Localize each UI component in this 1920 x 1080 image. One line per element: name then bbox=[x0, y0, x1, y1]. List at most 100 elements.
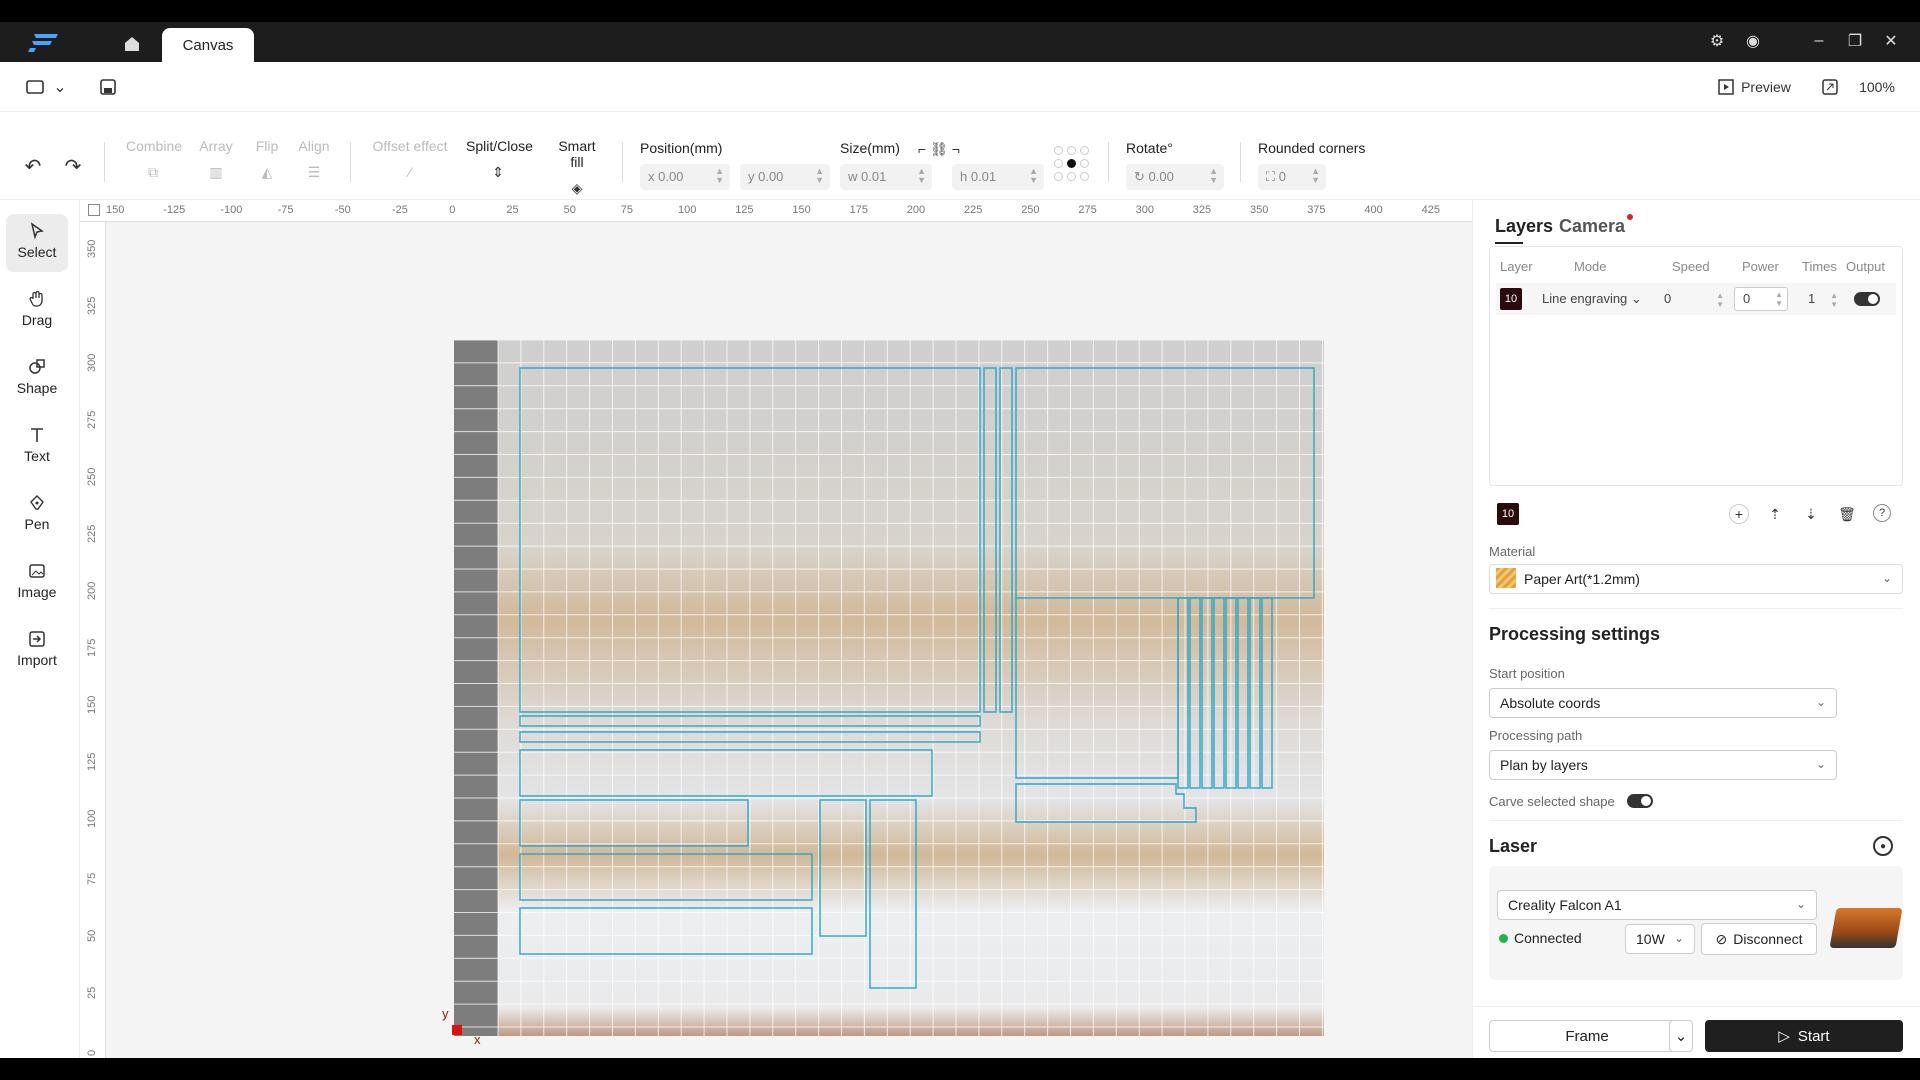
disconnect-button[interactable]: ⊘ Disconnect bbox=[1701, 923, 1817, 955]
laser-settings-icon[interactable]: ● bbox=[1873, 836, 1893, 856]
stepper-icon[interactable]: ▲ ▼ bbox=[917, 167, 926, 185]
position-x-input[interactable]: x 0.00 ▲ ▼ bbox=[640, 164, 730, 190]
design-path[interactable] bbox=[1213, 597, 1225, 789]
design-path[interactable] bbox=[519, 907, 813, 955]
delete-layer-icon[interactable]: 🗑 bbox=[1837, 504, 1857, 524]
start-position-select[interactable]: Absolute coords ⌄ bbox=[1489, 688, 1837, 718]
rounded-corners-input[interactable]: ⛶ 0 ▲ ▼ bbox=[1258, 164, 1326, 190]
size-width-input[interactable]: w 0.01 ▲ ▼ bbox=[840, 164, 932, 190]
processing-settings-title: Processing settings bbox=[1489, 624, 1661, 644]
settings-gear-icon[interactable]: ⚙ bbox=[1706, 30, 1728, 52]
lock-ratio-icon[interactable]: ⌐ ⛓ ¬ bbox=[908, 140, 970, 158]
align-tool[interactable]: Align ☰ bbox=[296, 138, 332, 184]
design-path[interactable] bbox=[519, 853, 813, 901]
frame-options-chevron-icon[interactable]: ⌄ bbox=[1669, 1020, 1693, 1052]
open-menu-chevron-icon[interactable]: ⌄ bbox=[52, 76, 68, 98]
design-path[interactable] bbox=[1015, 783, 1197, 823]
selected-layer-swatch[interactable]: 10 bbox=[1497, 503, 1519, 525]
disconnect-label: Disconnect bbox=[1733, 931, 1803, 947]
stepper-icon[interactable]: ▲ ▼ bbox=[1209, 167, 1218, 185]
design-path[interactable] bbox=[1177, 597, 1189, 789]
open-file-button[interactable] bbox=[22, 76, 48, 98]
text-tool[interactable]: Text bbox=[6, 418, 68, 476]
split-close-tool[interactable]: Split/Close ⇕ bbox=[466, 138, 533, 184]
material-select[interactable]: Paper Art(*1.2mm) ⌄ bbox=[1489, 564, 1903, 594]
design-path[interactable] bbox=[869, 799, 917, 989]
design-path[interactable] bbox=[1015, 367, 1315, 599]
processing-path-select[interactable]: Plan by layers ⌄ bbox=[1489, 750, 1837, 780]
home-button[interactable] bbox=[112, 30, 152, 58]
design-path[interactable] bbox=[1015, 598, 1179, 779]
restore-icon[interactable]: ❐ bbox=[1844, 30, 1866, 52]
add-layer-icon[interactable]: + bbox=[1729, 504, 1749, 524]
preview-button[interactable]: Preview bbox=[1714, 74, 1794, 100]
design-path[interactable] bbox=[1261, 597, 1273, 789]
pen-tool[interactable]: Pen bbox=[6, 486, 68, 544]
layer-output-toggle[interactable] bbox=[1854, 292, 1880, 306]
ruler-corner-icon[interactable] bbox=[88, 204, 100, 216]
drag-tool[interactable]: Drag bbox=[6, 282, 68, 340]
rotate-input[interactable]: ↻ 0.00 ▲ ▼ bbox=[1126, 164, 1224, 190]
size-height-input[interactable]: h 0.01 ▲ ▼ bbox=[952, 164, 1044, 190]
design-path[interactable] bbox=[519, 799, 749, 847]
laser-power-select[interactable]: 10W ⌄ bbox=[1625, 924, 1695, 954]
select-tool[interactable]: Select bbox=[6, 214, 68, 272]
col-layer: Layer bbox=[1500, 259, 1533, 274]
canvas-area[interactable]: 150 -125 -100 -75 -50 -25 0 25 50 75 100 125 150 175 2… bbox=[80, 200, 1472, 1058]
stepper-icon[interactable]: ▲ ▼ bbox=[1029, 167, 1038, 185]
anchor-point-grid[interactable] bbox=[1054, 146, 1090, 182]
start-position-label: Start position bbox=[1489, 666, 1565, 681]
smart-fill-tool[interactable]: Smart fill ◈ bbox=[550, 138, 604, 200]
processing-path-value: Plan by layers bbox=[1500, 757, 1588, 773]
account-icon[interactable]: ◉ bbox=[1742, 30, 1764, 52]
stepper-icon[interactable]: ▲ ▼ bbox=[715, 167, 724, 185]
combine-tool[interactable]: Combine ⧉ bbox=[126, 138, 182, 184]
ruler-tick-label: 125 bbox=[86, 752, 98, 771]
stepper-icon[interactable]: ▲ ▼ bbox=[815, 167, 824, 185]
layer-row[interactable]: 10 Line engraving ⌄ 0 ▲ ▼ 0 ▲ ▼ 1 ▲ ▼ bbox=[1496, 283, 1896, 315]
design-path[interactable] bbox=[1249, 597, 1261, 789]
fit-screen-button[interactable] bbox=[1816, 74, 1844, 100]
help-icon[interactable]: ? bbox=[1873, 504, 1891, 522]
frame-label: Frame bbox=[1565, 1027, 1609, 1045]
tab-canvas[interactable]: Canvas bbox=[162, 28, 254, 62]
smart-fill-icon: ◈ bbox=[571, 180, 583, 196]
design-path[interactable] bbox=[1189, 597, 1201, 789]
stepper-icon[interactable]: ▲ ▼ bbox=[1311, 167, 1320, 185]
design-path[interactable] bbox=[1201, 597, 1213, 789]
layer-power-input[interactable]: 0 ▲ ▼ bbox=[1734, 287, 1788, 311]
import-tool[interactable]: Import bbox=[6, 622, 68, 680]
undo-icon[interactable]: ↶ bbox=[20, 154, 46, 178]
layer-times-input[interactable]: 1 ▲ ▼ bbox=[1808, 291, 1842, 309]
offset-tool[interactable]: Offset effect ⁄ bbox=[372, 138, 448, 184]
carve-selected-toggle[interactable] bbox=[1627, 794, 1653, 808]
ruler-tick-label: 325 bbox=[1192, 204, 1212, 216]
array-tool[interactable]: Array ▥ bbox=[196, 138, 236, 184]
close-icon[interactable]: ✕ bbox=[1880, 30, 1902, 52]
shape-tool[interactable]: Shape bbox=[6, 350, 68, 408]
layer-speed-input[interactable]: 0 ▲ ▼ bbox=[1664, 291, 1728, 309]
offset-label: Offset effect bbox=[372, 138, 448, 154]
layer-color-swatch[interactable]: 10 bbox=[1500, 288, 1522, 310]
design-path[interactable] bbox=[1237, 597, 1249, 789]
minimize-icon[interactable]: – bbox=[1808, 30, 1830, 52]
tab-camera[interactable]: Camera bbox=[1559, 216, 1625, 237]
image-tool[interactable]: Image bbox=[6, 554, 68, 612]
design-path[interactable] bbox=[519, 749, 933, 797]
save-button[interactable] bbox=[96, 76, 120, 98]
select-label: Select bbox=[17, 244, 57, 260]
flip-tool[interactable]: Flip ◭ bbox=[252, 138, 282, 184]
laser-device-select[interactable]: Creality Falcon A1 ⌄ bbox=[1497, 890, 1817, 920]
move-layer-up-icon[interactable]: ⇡ bbox=[1765, 504, 1785, 524]
layer-mode-select[interactable]: Line engraving ⌄ bbox=[1542, 291, 1642, 307]
tab-layers[interactable]: Layers bbox=[1495, 216, 1553, 237]
frame-button[interactable]: Frame bbox=[1489, 1020, 1685, 1052]
start-button[interactable]: ▷ Start bbox=[1705, 1020, 1903, 1052]
redo-icon[interactable]: ↷ bbox=[60, 154, 86, 178]
work-bed[interactable] bbox=[454, 340, 1324, 1036]
ruler-tick-label: 350 bbox=[1250, 204, 1269, 216]
move-layer-down-icon[interactable]: ⇣ bbox=[1801, 504, 1821, 524]
position-y-input[interactable]: y 0.00 ▲ ▼ bbox=[740, 164, 830, 190]
zoom-level[interactable]: 100% bbox=[1852, 74, 1902, 100]
text-label: Text bbox=[24, 448, 50, 464]
